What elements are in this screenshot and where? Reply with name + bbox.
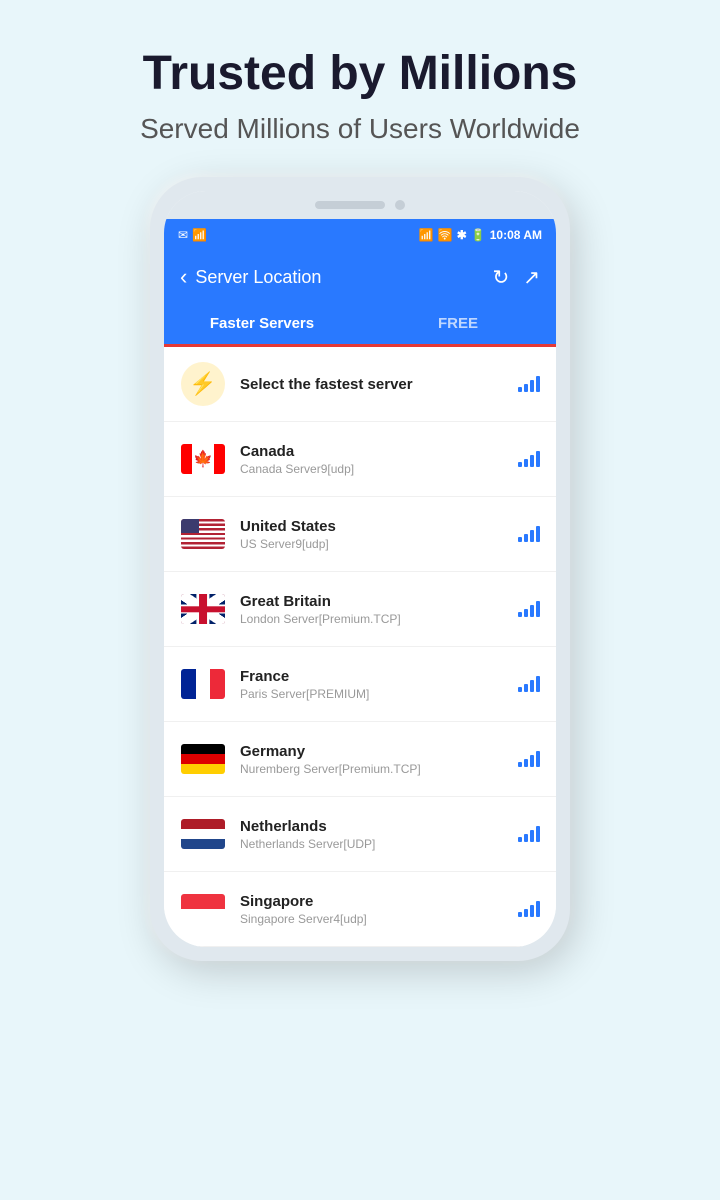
signal-icon: 📶 <box>419 228 434 242</box>
sub-title: Served Millions of Users Worldwide <box>40 111 680 147</box>
bluetooth-icon: ✱ <box>457 228 467 242</box>
server-detail: London Server[Premium.TCP] <box>240 612 518 626</box>
flag-nl-icon <box>180 811 226 857</box>
nav-left: ‹ Server Location <box>180 264 321 290</box>
phone-inner: ✉ 📶 📶 🛜 ✱ 🔋 10:08 AM ‹ Server Location <box>164 191 556 947</box>
header-section: Trusted by Millions Served Millions of U… <box>0 0 720 177</box>
list-item[interactable]: ⚡ Select the fastest server <box>164 347 556 422</box>
list-item[interactable]: Great Britain London Server[Premium.TCP] <box>164 572 556 647</box>
tab-free[interactable]: FREE <box>360 303 556 344</box>
signal-bars <box>518 376 540 392</box>
signal-bars <box>518 901 540 917</box>
flag-fr-icon <box>180 661 226 707</box>
refresh-button[interactable]: ↻ <box>492 265 509 290</box>
server-detail: Singapore Server4[udp] <box>240 912 518 926</box>
list-item[interactable]: Germany Nuremberg Server[Premium.TCP] <box>164 722 556 797</box>
flag-de-icon <box>180 736 226 782</box>
camera <box>395 200 405 210</box>
clock: 10:08 AM <box>490 228 542 242</box>
sim-icon: 📶 <box>192 228 207 242</box>
list-item[interactable]: Singapore Singapore Server4[udp] <box>164 872 556 947</box>
server-name: United States <box>240 518 518 535</box>
server-name: Canada <box>240 443 518 460</box>
nav-right: ↻ ↗ <box>492 265 540 290</box>
flag-sg-icon <box>180 886 226 932</box>
list-item[interactable]: Netherlands Netherlands Server[UDP] <box>164 797 556 872</box>
flag-ca-icon: 🍁 <box>180 436 226 482</box>
speaker <box>315 201 385 209</box>
server-detail: Paris Server[PREMIUM] <box>240 687 518 701</box>
status-right: 📶 🛜 ✱ 🔋 10:08 AM <box>419 228 542 242</box>
list-item[interactable]: 🍁 Canada Canada Server9[udp] <box>164 422 556 497</box>
server-info: Select the fastest server <box>240 376 518 393</box>
signal-bars <box>518 526 540 542</box>
server-name: Singapore <box>240 893 518 910</box>
server-name: Great Britain <box>240 593 518 610</box>
server-detail: Canada Server9[udp] <box>240 462 518 476</box>
signal-bars <box>518 601 540 617</box>
tabs-bar: Faster Servers FREE <box>164 303 556 347</box>
server-info: Great Britain London Server[Premium.TCP] <box>240 593 518 626</box>
signal-bars <box>518 826 540 842</box>
server-info: France Paris Server[PREMIUM] <box>240 668 518 701</box>
phone-outer: ✉ 📶 📶 🛜 ✱ 🔋 10:08 AM ‹ Server Location <box>150 177 570 961</box>
server-name: Germany <box>240 743 518 760</box>
server-detail: US Server9[udp] <box>240 537 518 551</box>
flag-us-icon <box>180 511 226 557</box>
mail-icon: ✉ <box>178 228 188 242</box>
server-info: Netherlands Netherlands Server[UDP] <box>240 818 518 851</box>
server-list: ⚡ Select the fastest server <box>164 347 556 947</box>
nav-title: Server Location <box>195 267 321 288</box>
server-name: Select the fastest server <box>240 376 518 393</box>
phone-notch <box>164 191 556 219</box>
signal-bars <box>518 751 540 767</box>
server-name: Netherlands <box>240 818 518 835</box>
battery-icon: 🔋 <box>471 228 486 242</box>
tab-faster-servers[interactable]: Faster Servers <box>164 303 360 347</box>
signal-bars <box>518 451 540 467</box>
flag-uk-icon <box>180 586 226 632</box>
server-detail: Nuremberg Server[Premium.TCP] <box>240 762 518 776</box>
signal-bars <box>518 676 540 692</box>
server-info: Singapore Singapore Server4[udp] <box>240 893 518 926</box>
status-icons-left: ✉ 📶 <box>178 228 207 242</box>
server-info: Canada Canada Server9[udp] <box>240 443 518 476</box>
server-info: United States US Server9[udp] <box>240 518 518 551</box>
server-info: Germany Nuremberg Server[Premium.TCP] <box>240 743 518 776</box>
server-detail: Netherlands Server[UDP] <box>240 837 518 851</box>
list-item[interactable]: United States US Server9[udp] <box>164 497 556 572</box>
wifi-icon: 🛜 <box>438 228 453 242</box>
list-item[interactable]: France Paris Server[PREMIUM] <box>164 647 556 722</box>
lightning-icon: ⚡ <box>180 361 226 407</box>
share-button[interactable]: ↗ <box>523 265 540 290</box>
status-bar: ✉ 📶 📶 🛜 ✱ 🔋 10:08 AM <box>164 219 556 251</box>
back-button[interactable]: ‹ <box>180 264 187 290</box>
nav-bar: ‹ Server Location ↻ ↗ <box>164 251 556 303</box>
server-name: France <box>240 668 518 685</box>
phone-mockup: ✉ 📶 📶 🛜 ✱ 🔋 10:08 AM ‹ Server Location <box>150 177 570 961</box>
main-title: Trusted by Millions <box>40 48 680 101</box>
